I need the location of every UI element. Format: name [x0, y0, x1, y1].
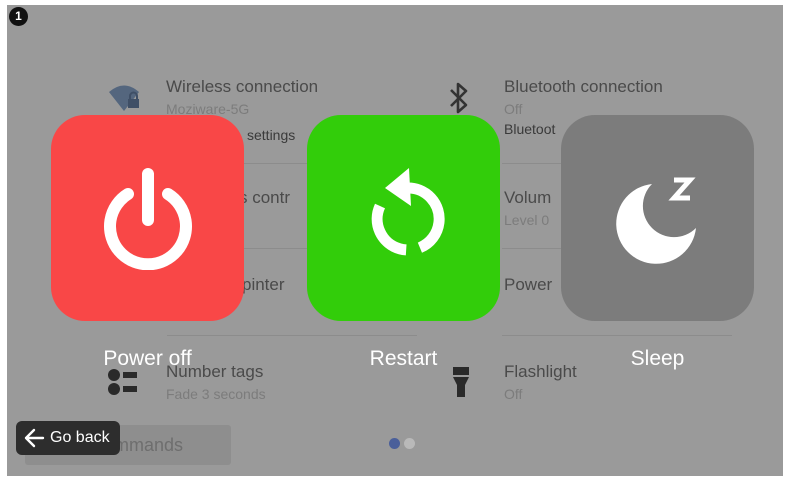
row2-left-title: s contr	[239, 188, 291, 207]
divider	[167, 335, 417, 336]
volume-title: Volum	[504, 188, 552, 207]
power-off-label: Power off	[103, 347, 192, 370]
bluetooth-icon	[450, 82, 468, 114]
number-tag-badge: 1	[9, 7, 28, 26]
power-icon	[103, 168, 192, 270]
number-tags-status: Fade 3 seconds	[166, 386, 266, 402]
arrow-left-icon	[24, 428, 45, 448]
go-back-button[interactable]: Go back	[16, 421, 120, 455]
restart-icon	[371, 168, 445, 256]
restart-button[interactable]	[307, 115, 500, 321]
flashlight-status: Off	[504, 386, 523, 402]
wireless-title: Wireless connection	[166, 77, 319, 96]
page-dot-active	[389, 438, 400, 449]
power-title: Power	[504, 275, 553, 294]
restart-label: Restart	[369, 347, 438, 370]
power-off-button[interactable]	[51, 115, 244, 321]
sleep-moon-icon	[615, 177, 696, 264]
row2-left-item[interactable]: s contr	[239, 188, 290, 208]
row3-left-title: pinter	[242, 275, 285, 294]
row3-left-item[interactable]: pinter	[242, 275, 285, 295]
page-indicator	[389, 436, 419, 454]
go-back-label: Go back	[50, 429, 110, 446]
wireless-connection-item[interactable]: Wireless connection Moziware-5G	[166, 77, 318, 117]
wireless-settings-link[interactable]: settings	[247, 123, 295, 143]
volume-item[interactable]: Volum Level 0	[504, 188, 551, 228]
divider	[502, 335, 732, 336]
power-item[interactable]: Power	[504, 275, 552, 295]
wifi-lock-icon	[109, 85, 139, 111]
screen: Wireless connection Moziware-5G settings…	[7, 5, 783, 476]
bluetooth-title: Bluetooth connection	[504, 77, 663, 96]
wireless-settings-label: settings	[247, 127, 296, 143]
sleep-label: Sleep	[630, 347, 685, 370]
number-tags-icon	[108, 369, 137, 395]
sleep-button[interactable]	[561, 115, 754, 321]
page-dot	[404, 438, 415, 449]
volume-status: Level 0	[504, 212, 550, 228]
